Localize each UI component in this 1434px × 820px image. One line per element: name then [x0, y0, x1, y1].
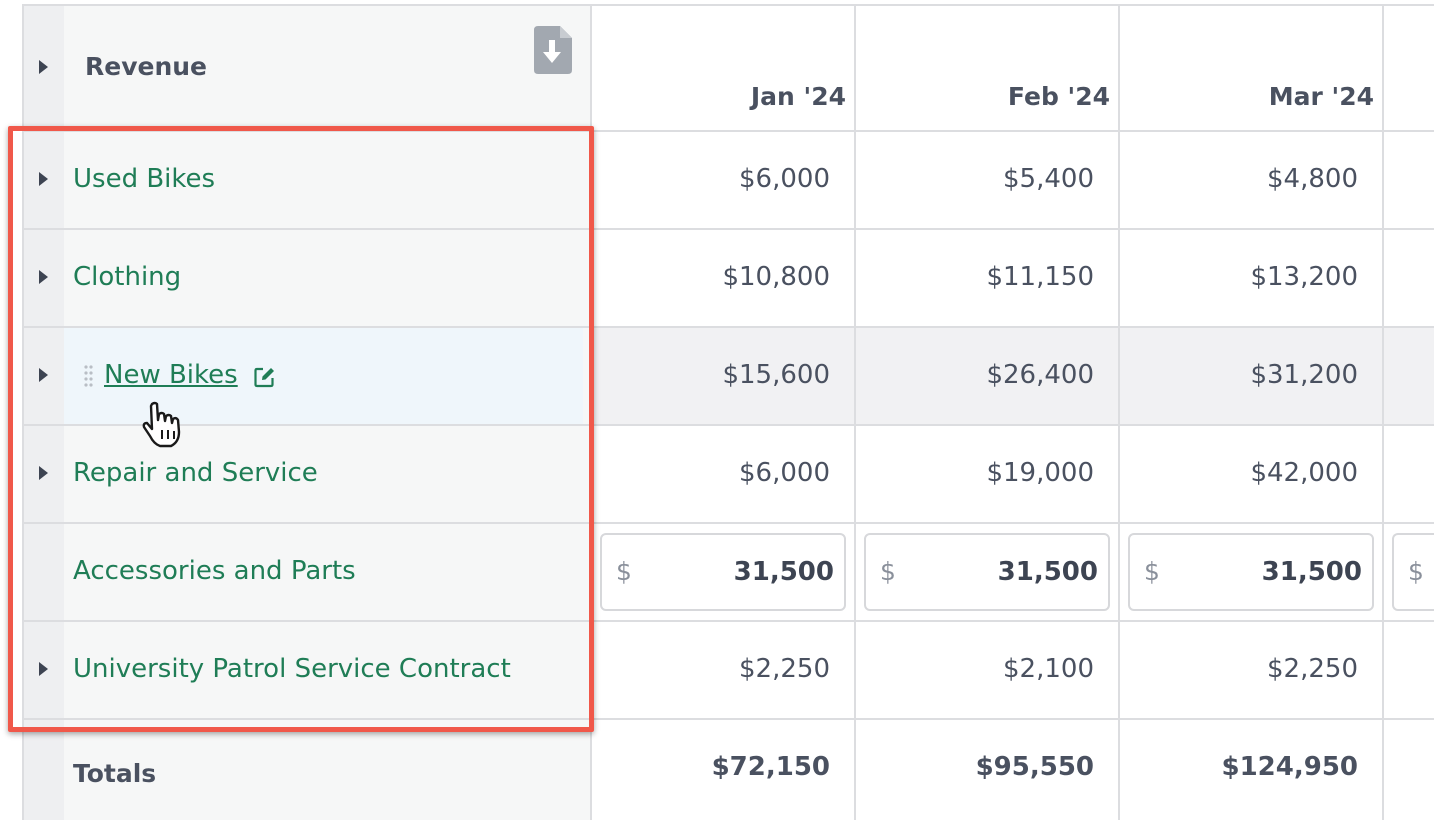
currency-symbol: $ — [616, 557, 632, 586]
cell-value: $5,400 — [1003, 164, 1094, 194]
input-value: 31,500 — [733, 557, 834, 587]
cell-value: $6,000 — [739, 458, 830, 488]
amount-input-partial[interactable]: $ — [1392, 533, 1434, 611]
expand-caret-icon[interactable] — [39, 60, 48, 74]
cell-value: $2,100 — [1003, 654, 1094, 684]
cell-value: $2,250 — [739, 654, 830, 684]
cell-value: $26,400 — [986, 360, 1094, 390]
cell-value: $6,000 — [739, 164, 830, 194]
cell-value: $13,200 — [1250, 262, 1358, 292]
total-value: $124,950 — [1221, 752, 1358, 782]
revenue-table: Revenue Jan '24 Feb '24 Mar '24 Used Bik… — [0, 0, 1434, 820]
amount-input[interactable]: $ 31,500 — [600, 533, 846, 611]
header-title: Revenue — [85, 52, 208, 81]
column-header-feb[interactable]: Feb '24 — [870, 82, 1110, 111]
hand-pointer-cursor-icon — [142, 401, 181, 448]
currency-symbol: $ — [1144, 557, 1160, 586]
column-header-mar[interactable]: Mar '24 — [1134, 82, 1374, 111]
cell-value: $10,800 — [722, 262, 830, 292]
total-value: $95,550 — [975, 752, 1094, 782]
grid-line — [1382, 4, 1384, 820]
currency-symbol: $ — [880, 557, 896, 586]
amount-input[interactable]: $ 31,500 — [1128, 533, 1374, 611]
annotation-highlight-box — [8, 126, 594, 732]
download-file-icon[interactable] — [532, 26, 572, 74]
cell-value: $19,000 — [986, 458, 1094, 488]
cell-value: $4,800 — [1267, 164, 1358, 194]
input-value: 31,500 — [997, 557, 1098, 587]
total-value: $72,150 — [711, 752, 830, 782]
amount-input[interactable]: $ 31,500 — [864, 533, 1110, 611]
grid-line — [854, 4, 856, 820]
currency-symbol: $ — [1408, 557, 1424, 586]
grid-line — [1118, 4, 1120, 820]
cell-value: $2,250 — [1267, 654, 1358, 684]
cell-value: $31,200 — [1250, 360, 1358, 390]
totals-label: Totals — [73, 759, 157, 788]
grid-line — [22, 4, 1434, 6]
column-header-jan[interactable]: Jan '24 — [606, 82, 846, 111]
cell-value: $11,150 — [986, 262, 1094, 292]
cell-value: $15,600 — [722, 360, 830, 390]
input-value: 31,500 — [1261, 557, 1362, 587]
cell-value: $42,000 — [1250, 458, 1358, 488]
